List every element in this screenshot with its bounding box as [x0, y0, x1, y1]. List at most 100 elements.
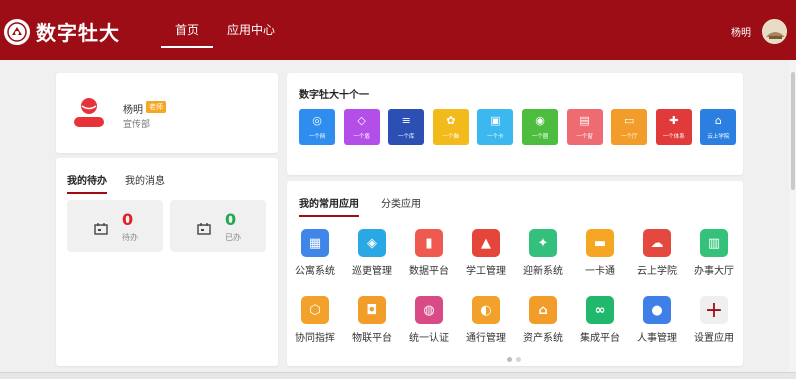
university-seal-icon: [4, 18, 30, 45]
tile-label: 一个体系: [662, 134, 685, 140]
top10-tile[interactable]: ✚ 一个体系: [655, 109, 692, 145]
tile-label: 一个网: [308, 134, 326, 140]
app-graduation[interactable]: ▲ 学工管理: [458, 229, 514, 277]
top10-card: 数字牡大十个一 ◎ 一个网 ◇ 一个盾 ≡ 一个库 ✿ 一个脑 ▣ 一个卡 ◉ 一个圈 ▤ 一个窗 ▭ 一个厅…: [287, 73, 743, 175]
app-label: 公寓系统: [295, 266, 335, 277]
done-label: 已办: [225, 233, 241, 242]
app-label: 协同指挥: [295, 333, 335, 344]
tab-category-apps[interactable]: 分类应用: [381, 195, 421, 217]
pending-label: 待办: [122, 233, 138, 242]
profile-department: 宣传部: [123, 120, 151, 130]
header-user-name[interactable]: 杨明: [731, 24, 751, 39]
fingerprint-icon: ◍: [415, 296, 443, 324]
todo-card: 我的待办 我的消息 0 待办 0 已办: [56, 158, 278, 366]
plus-icon: +: [700, 296, 728, 324]
app-cloud[interactable]: ☁ 云上学院: [629, 229, 685, 277]
todo-tabs: 我的待办 我的消息: [67, 172, 183, 194]
tile-icon: ◎: [312, 114, 322, 127]
top-navigation-bar: 数字牡大 首页 应用中心 杨明: [0, 0, 796, 60]
app-chart[interactable]: ▮ 数据平台: [401, 229, 457, 277]
main-nav: 首页 应用中心: [161, 0, 289, 60]
app-card[interactable]: ▬ 一卡通: [572, 229, 628, 277]
welcome-icon: ✦: [529, 229, 557, 257]
site-logo[interactable]: 数字牡大: [4, 17, 120, 46]
carousel-dot[interactable]: [507, 357, 512, 362]
app-label: 集成平台: [580, 333, 620, 344]
user-avatar-icon: [72, 97, 106, 131]
horizontal-scrollbar[interactable]: [0, 372, 796, 379]
app-asset[interactable]: ⌂ 资产系统: [515, 296, 571, 344]
apartment-icon: ▦: [301, 229, 329, 257]
apps-card: 我的常用应用 分类应用 ▦ 公寓系统 ◈ 巡更管理 ▮ 数据平台 ▲ 学工管理 ✦ 迎新系统 ▬ 一卡…: [287, 181, 743, 366]
pending-count: 0: [122, 210, 134, 229]
top10-tile[interactable]: ◇ 一个盾: [343, 109, 380, 145]
app-welcome[interactable]: ✦ 迎新系统: [515, 229, 571, 277]
done-stat[interactable]: 0 已办: [170, 200, 266, 252]
profile-card: 杨明 老师 宣传部: [56, 73, 278, 153]
app-label: 一卡通: [585, 266, 615, 277]
top10-tile[interactable]: ⌂ 云上学院: [700, 109, 737, 145]
top10-tile[interactable]: ◉ 一个圈: [522, 109, 558, 145]
role-badge: 老师: [146, 101, 166, 113]
tab-my-todo[interactable]: 我的待办: [67, 172, 107, 194]
iot-icon: ◘: [358, 296, 386, 324]
tile-label: 一个圈: [531, 134, 549, 140]
graduation-icon: ▲: [472, 229, 500, 257]
access-icon: ◐: [472, 296, 500, 324]
app-patrol[interactable]: ◈ 巡更管理: [344, 229, 400, 277]
top10-tile[interactable]: ▭ 一个厅: [611, 109, 648, 145]
top10-tile[interactable]: ◎ 一个网: [299, 109, 335, 145]
tile-icon: ✚: [669, 114, 679, 127]
app-label: 学工管理: [466, 266, 506, 277]
calendar-icon: [94, 220, 108, 239]
top10-tile[interactable]: ▤ 一个窗: [566, 109, 603, 145]
hall-icon: ▥: [700, 229, 728, 257]
tile-label: 一个卡: [487, 134, 504, 140]
app-label: 统一认证: [409, 333, 449, 344]
app-collab[interactable]: ⬡ 协同指挥: [287, 296, 343, 344]
tile-label: 一个窗: [576, 134, 593, 140]
site-title: 数字牡大: [36, 21, 120, 45]
app-access[interactable]: ◐ 通行管理: [458, 296, 514, 344]
tile-icon: ▣: [490, 114, 501, 127]
app-hall[interactable]: ▥ 办事大厅: [686, 229, 742, 277]
scrollbar-thumb[interactable]: [791, 72, 795, 190]
chart-icon: ▮: [415, 229, 443, 257]
collab-icon: ⬡: [301, 296, 329, 324]
top10-tile[interactable]: ✿ 一个脑: [432, 109, 469, 145]
app-plus[interactable]: + 设置应用: [686, 296, 742, 344]
tile-label: 一个脑: [442, 134, 460, 140]
app-hr[interactable]: ● 人事管理: [629, 296, 685, 344]
app-label: 巡更管理: [352, 266, 392, 277]
carousel-dot[interactable]: [516, 357, 521, 362]
integration-icon: ∞: [586, 296, 614, 324]
cloud-icon: ☁: [643, 229, 671, 257]
app-iot[interactable]: ◘ 物联平台: [344, 296, 400, 344]
app-label: 资产系统: [523, 333, 563, 344]
app-apartment[interactable]: ▦ 公寓系统: [287, 229, 343, 277]
done-count: 0: [225, 210, 237, 229]
app-label: 迎新系统: [523, 266, 563, 277]
patrol-icon: ◈: [358, 229, 386, 257]
tile-icon: ⌂: [714, 114, 722, 127]
nav-home[interactable]: 首页: [161, 0, 214, 60]
tile-label: 一个库: [397, 134, 415, 140]
calendar-icon: [197, 220, 211, 239]
top10-tile[interactable]: ≡ 一个库: [388, 109, 425, 145]
tab-my-messages[interactable]: 我的消息: [125, 172, 165, 194]
header-avatar[interactable]: [762, 19, 787, 44]
app-fingerprint[interactable]: ◍ 统一认证: [401, 296, 457, 344]
app-label: 办事大厅: [694, 266, 734, 277]
nav-app-center[interactable]: 应用中心: [213, 0, 289, 60]
tab-my-apps[interactable]: 我的常用应用: [299, 195, 359, 217]
carousel-dots: [507, 357, 525, 362]
tile-label: 一个厅: [620, 134, 638, 140]
tile-icon: ✿: [446, 114, 456, 127]
app-label: 数据平台: [409, 266, 449, 277]
tile-icon: ▭: [623, 114, 635, 127]
app-integration[interactable]: ∞ 集成平台: [572, 296, 628, 344]
app-label: 云上学院: [637, 266, 677, 277]
pending-stat[interactable]: 0 待办: [67, 200, 163, 252]
top10-tile[interactable]: ▣ 一个卡: [477, 109, 514, 145]
tile-icon: ◉: [535, 114, 545, 127]
